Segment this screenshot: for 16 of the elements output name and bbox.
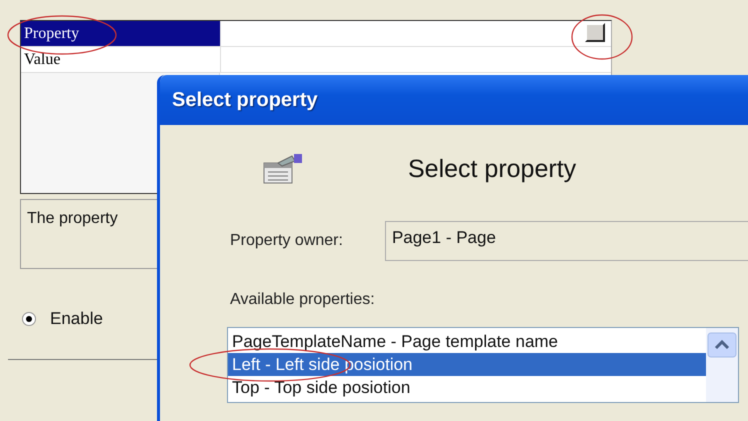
ellipsis-button[interactable] — [585, 23, 605, 42]
radio-label: Enable — [50, 309, 103, 329]
description-text: The property — [27, 210, 118, 227]
scroll-up-icon[interactable] — [707, 332, 737, 358]
radio-button[interactable] — [22, 312, 36, 326]
property-sheet-icon — [262, 153, 304, 185]
list-item[interactable]: Top - Top side posiotion — [228, 376, 706, 399]
dialog-title: Select property — [172, 88, 318, 112]
available-label: Available properties: — [230, 291, 376, 309]
property-row[interactable]: Property — [21, 21, 221, 46]
property-row[interactable]: Value — [21, 47, 221, 72]
list-item[interactable]: PageTemplateName - Page template name — [228, 330, 706, 353]
scrollbar[interactable] — [706, 328, 738, 402]
owner-field: Page1 - Page — [384, 221, 748, 261]
dialog-heading: Select property — [408, 154, 576, 184]
owner-label: Property owner: — [230, 232, 343, 250]
